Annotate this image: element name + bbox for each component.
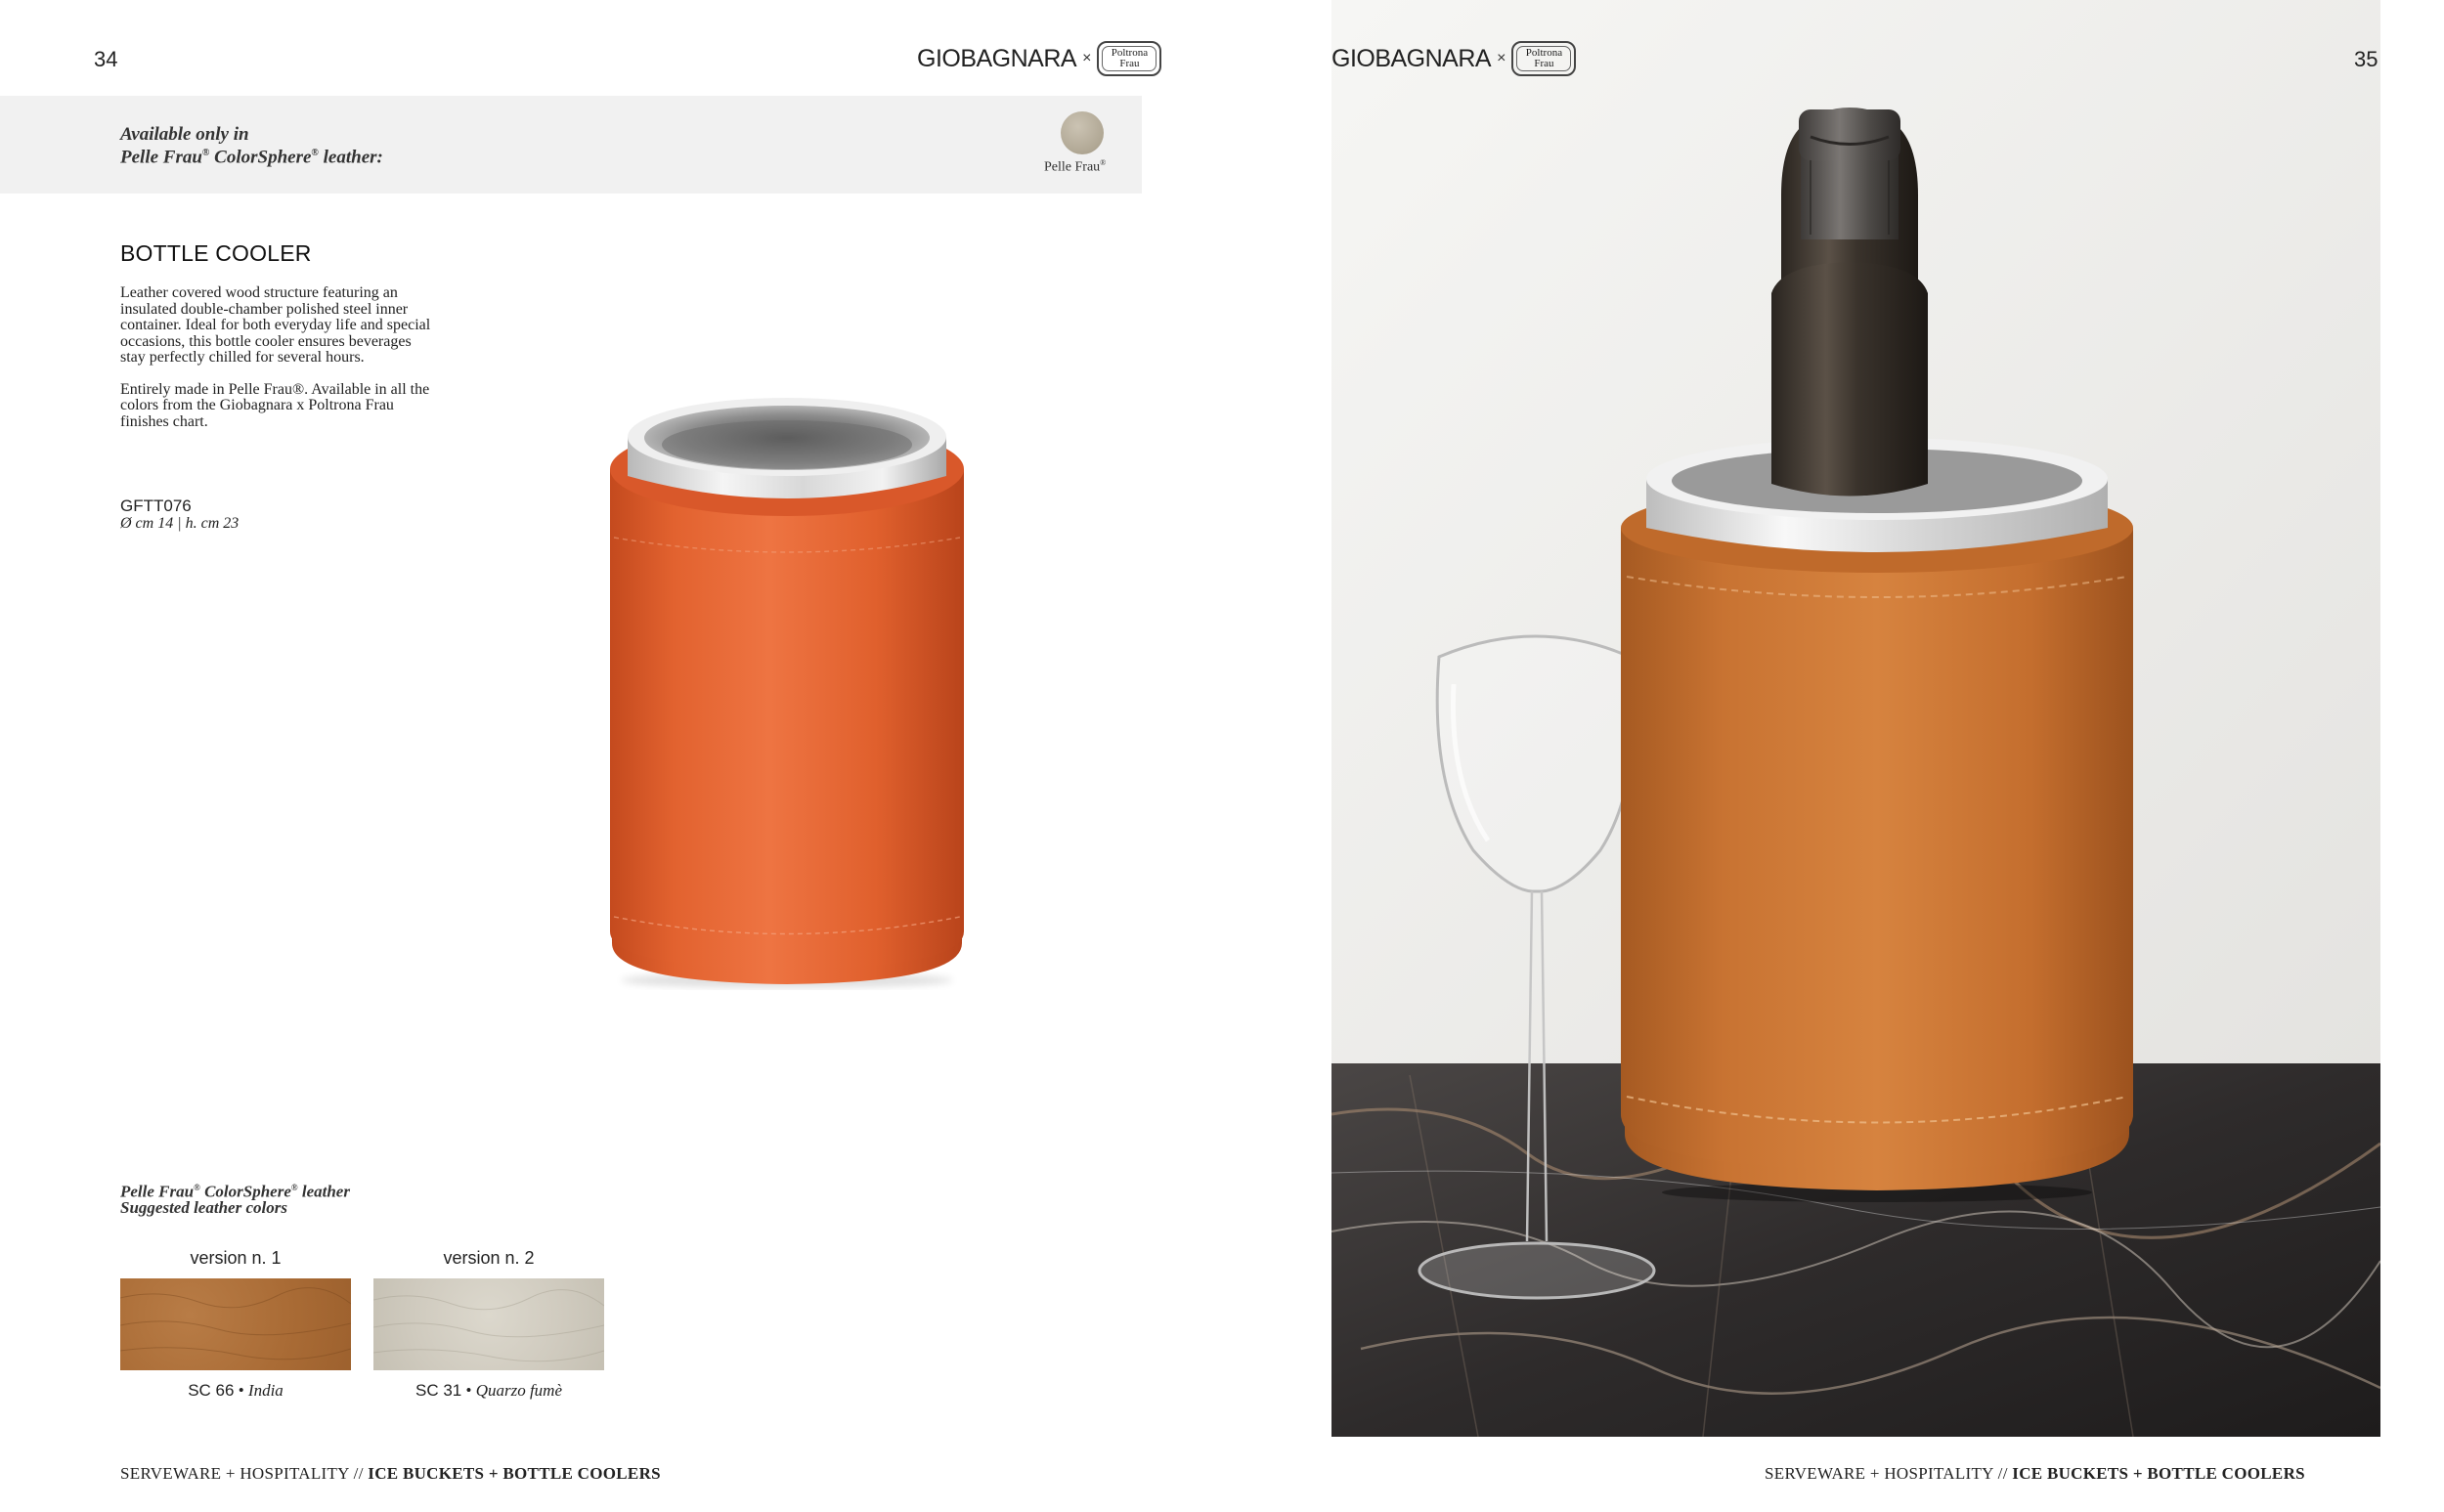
- poltrona-frau-logo: Poltrona Frau: [1511, 41, 1577, 76]
- leather-swatch-india: [119, 1278, 352, 1370]
- pelle-frau-swatch: [1061, 111, 1104, 154]
- product-image-bottle-cooler: [606, 396, 968, 992]
- leather-swatch-quarzo-fume: [372, 1278, 605, 1370]
- brand-name: GIOBAGNARA: [917, 44, 1077, 72]
- page-number: 35: [2354, 47, 2379, 71]
- lifestyle-photo: [1331, 0, 2380, 1437]
- brand-name: GIOBAGNARA: [1331, 44, 1492, 72]
- footer-section-title: SERVEWARE + HOSPITALITY // ICE BUCKETS +…: [120, 1464, 661, 1483]
- availability-text: Available only in Pelle Frau® ColorSpher…: [120, 124, 383, 168]
- brand-header-right: GIOBAGNARA × Poltrona Frau: [1331, 41, 1577, 76]
- footer-section-title: SERVEWARE + HOSPITALITY // ICE BUCKETS +…: [1765, 1464, 2305, 1483]
- product-dimensions: Ø cm 14 | h. cm 23: [120, 515, 240, 532]
- leather-colors-heading: Pelle Frau® ColorSphere® leather Suggest…: [120, 1182, 350, 1217]
- product-title: BOTTLE COOLER: [120, 240, 312, 266]
- product-description: Leather covered wood structure featuring…: [120, 284, 433, 446]
- availability-banner: Available only in Pelle Frau® ColorSpher…: [0, 96, 1142, 194]
- pelle-frau-swatch-label: Pelle Frau®: [1044, 158, 1107, 175]
- description-paragraph-2: Entirely made in Pelle Frau®. Available …: [120, 380, 430, 430]
- version-2-label: version n. 2: [443, 1248, 535, 1268]
- description-paragraph-1: Leather covered wood structure featuring…: [120, 284, 431, 366]
- version-1-label: version n. 1: [190, 1248, 282, 1268]
- swatch-caption-quarzo-fume: SC 31 • Quarzo fumè: [415, 1381, 562, 1400]
- swatch-caption-india: SC 66 • India: [188, 1381, 284, 1400]
- poltrona-frau-logo: Poltrona Frau: [1097, 41, 1162, 76]
- brand-separator: ×: [1082, 50, 1092, 66]
- brand-header: GIOBAGNARA × Poltrona Frau: [917, 41, 1162, 76]
- page-number: 34: [94, 47, 118, 71]
- brand-separator: ×: [1497, 50, 1506, 66]
- product-code: GFTT076: [120, 497, 192, 515]
